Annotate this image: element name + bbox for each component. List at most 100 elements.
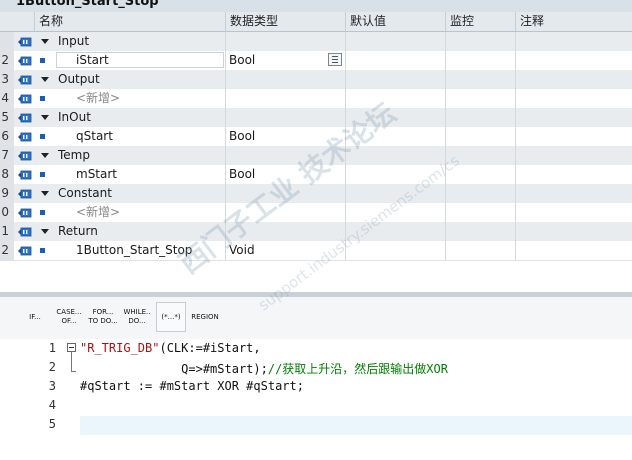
variable-name[interactable]: Temp	[58, 146, 90, 165]
row-number[interactable]: 1	[0, 222, 14, 241]
datatype-list-icon[interactable]	[328, 53, 342, 66]
add-new-placeholder[interactable]: <新增>	[76, 89, 120, 108]
data-type-cell[interactable]: Bool	[229, 51, 255, 70]
data-type-cell[interactable]: Void	[229, 241, 255, 260]
interface-io-icon	[18, 245, 32, 256]
column-header-comment[interactable]: 注释	[515, 12, 632, 31]
column-divider	[515, 127, 516, 146]
row-number[interactable]	[0, 32, 14, 51]
column-divider	[225, 146, 226, 165]
section-row[interactable]: 9 Constant	[0, 184, 632, 204]
section-row[interactable]: 3 Output	[0, 70, 632, 90]
table-row[interactable]: 8 mStart Bool	[0, 165, 632, 185]
column-divider	[225, 51, 226, 70]
row-number[interactable]: 2	[0, 241, 14, 260]
interface-io-icon	[18, 36, 32, 47]
column-divider	[225, 203, 226, 222]
table-row[interactable]: 2 iStart Bool	[0, 51, 632, 71]
column-header-datatype[interactable]: 数据类型	[225, 12, 345, 31]
if-button[interactable]: IF...	[24, 302, 46, 332]
row-number[interactable]: 8	[0, 165, 14, 184]
variable-name[interactable]: qStart	[76, 127, 113, 146]
code-comment: //获取上升沿，然后跟输出做XOR	[267, 362, 448, 376]
expand-arrow-icon[interactable]	[41, 115, 49, 120]
expand-arrow-icon[interactable]	[41, 191, 49, 196]
variable-name[interactable]: Return	[58, 222, 98, 241]
line-number: 3	[48, 379, 56, 393]
row-number[interactable]: 5	[0, 108, 14, 127]
column-divider	[345, 222, 346, 241]
row-number[interactable]: 4	[0, 89, 14, 108]
column-divider	[515, 51, 516, 70]
column-divider	[445, 184, 446, 203]
scl-code-editor[interactable]: 1 2 3 4 5 "R_TRIG_DB"(CLK:=#iStart, Q=>#…	[0, 339, 632, 460]
row-number[interactable]: 0	[0, 203, 14, 222]
variable-bullet-icon	[40, 58, 45, 63]
column-divider	[345, 184, 346, 203]
variable-bullet-icon	[40, 210, 45, 215]
variable-name[interactable]: Input	[58, 32, 89, 51]
column-divider	[515, 203, 516, 222]
row-number[interactable]: 7	[0, 146, 14, 165]
column-divider	[515, 165, 516, 184]
for-button[interactable]: FOR... TO DO...	[87, 302, 119, 332]
table-row[interactable]: 4 <新增>	[0, 89, 632, 109]
variable-name[interactable]: mStart	[76, 165, 117, 184]
variable-name[interactable]: InOut	[58, 108, 91, 127]
column-divider	[515, 222, 516, 241]
variable-name[interactable]: Constant	[58, 184, 112, 203]
interface-io-icon	[18, 74, 32, 85]
scl-instruction-toolbar: IF... CASE... OF... FOR... TO DO... WHIL…	[0, 297, 632, 339]
column-header-default[interactable]: 默认值	[345, 12, 445, 31]
code-line-2[interactable]: Q=>#mStart);//获取上升沿，然后跟输出做XOR	[80, 360, 448, 377]
row-number[interactable]: 2	[0, 51, 14, 70]
table-row[interactable]: 6 qStart Bool	[0, 127, 632, 147]
column-divider	[445, 241, 446, 260]
code-line-3[interactable]: #qStart := #mStart XOR #qStart;	[80, 379, 304, 393]
case-button[interactable]: CASE... OF...	[52, 302, 86, 332]
variable-name[interactable]: Output	[58, 70, 100, 89]
column-divider	[515, 70, 516, 89]
column-divider	[225, 89, 226, 108]
row-number[interactable]: 3	[0, 70, 14, 89]
block-title-bar: 1Button_Start_Stop	[0, 0, 632, 12]
variable-name[interactable]: 1Button_Start_Stop	[76, 241, 192, 260]
column-divider	[345, 32, 346, 51]
expand-arrow-icon[interactable]	[41, 153, 49, 158]
expand-arrow-icon[interactable]	[41, 77, 49, 82]
row-number[interactable]: 6	[0, 127, 14, 146]
column-divider	[515, 184, 516, 203]
code-line-1[interactable]: "R_TRIG_DB"(CLK:=#iStart,	[80, 341, 261, 355]
column-divider	[225, 108, 226, 127]
section-row[interactable]: Input	[0, 32, 632, 52]
region-button[interactable]: REGION	[188, 302, 222, 332]
column-divider	[515, 108, 516, 127]
column-divider	[345, 203, 346, 222]
while-button[interactable]: WHILE.. DO...	[120, 302, 154, 332]
collapse-icon[interactable]	[67, 343, 76, 352]
row-number[interactable]: 9	[0, 184, 14, 203]
section-row[interactable]: 5 InOut	[0, 108, 632, 128]
add-new-placeholder[interactable]: <新增>	[76, 203, 120, 222]
expand-arrow-icon[interactable]	[41, 39, 49, 44]
line-number: 5	[48, 417, 56, 431]
data-type-cell[interactable]: Bool	[229, 165, 255, 184]
section-row[interactable]: 7 Temp	[0, 146, 632, 166]
column-divider	[345, 70, 346, 89]
column-header-name[interactable]: 名称	[34, 12, 225, 31]
variable-bullet-icon	[40, 172, 45, 177]
interface-io-icon	[18, 188, 32, 199]
column-header-monitor[interactable]: 监控	[445, 12, 515, 31]
variable-name[interactable]: iStart	[76, 51, 109, 70]
column-divider	[445, 146, 446, 165]
table-row[interactable]: 0 <新增>	[0, 203, 632, 223]
column-divider	[445, 32, 446, 51]
expand-arrow-icon[interactable]	[41, 229, 49, 234]
line-number-gutter: 1 2 3 4 5	[0, 339, 56, 460]
table-row[interactable]: 2 1Button_Start_Stop Void	[0, 241, 632, 261]
section-row[interactable]: 1 Return	[0, 222, 632, 242]
column-divider	[345, 89, 346, 108]
column-divider	[445, 222, 446, 241]
comment-button[interactable]: (*...*)	[156, 302, 186, 332]
data-type-cell[interactable]: Bool	[229, 127, 255, 146]
